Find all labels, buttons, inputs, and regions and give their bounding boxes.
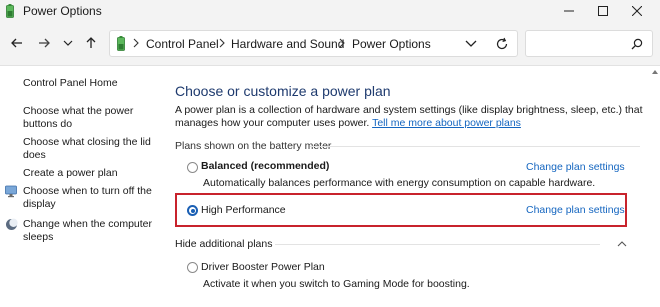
title-bar: Power Options	[0, 0, 660, 22]
sidebar-item-closing-lid[interactable]: Choose what closing the lid does	[23, 136, 155, 162]
vertical-scrollbar[interactable]	[650, 66, 660, 307]
chevron-right-icon[interactable]	[338, 38, 346, 48]
chevron-right-icon[interactable]	[218, 38, 226, 48]
radio-balanced[interactable]	[187, 162, 198, 173]
recent-locations-button[interactable]	[58, 32, 78, 54]
main-content: Choose or customize a power plan A power…	[160, 66, 660, 307]
sidebar-item-power-buttons[interactable]: Choose what the power buttons do	[23, 105, 155, 131]
sidebar-item-control-panel-home[interactable]: Control Panel Home	[23, 77, 155, 90]
search-box[interactable]	[525, 30, 653, 57]
monitor-shield-icon	[5, 185, 17, 198]
address-dropdown-icon[interactable]	[464, 38, 478, 50]
battery-icon	[6, 4, 14, 18]
plan-description-driver-booster: Activate it when you switch to Gaming Mo…	[203, 278, 470, 290]
plans-section-label: Plans shown on the battery meter	[175, 140, 332, 152]
chevron-up-icon[interactable]	[617, 240, 627, 247]
refresh-icon[interactable]	[495, 37, 509, 51]
left-navigation-pane: Control Panel Home Choose what the power…	[0, 66, 160, 307]
section-divider	[275, 244, 600, 245]
close-icon	[632, 6, 642, 16]
minimize-button[interactable]	[552, 0, 586, 22]
breadcrumb-hardware-and-sound[interactable]: Hardware and Sound	[231, 37, 344, 51]
minimize-icon	[564, 10, 574, 12]
section-divider	[310, 146, 640, 147]
back-arrow-icon	[11, 38, 22, 48]
hide-additional-plans-label[interactable]: Hide additional plans	[175, 238, 272, 250]
sidebar-item-computer-sleeps[interactable]: Change when the computer sleeps	[23, 218, 155, 244]
plan-name-balanced[interactable]: Balanced (recommended)	[201, 160, 329, 172]
breadcrumb-power-options[interactable]: Power Options	[352, 37, 431, 51]
sidebar-item-turn-off-display[interactable]: Choose when to turn off the display	[23, 185, 155, 211]
highlight-box	[175, 193, 627, 227]
search-icon[interactable]	[630, 37, 644, 51]
page-title: Choose or customize a power plan	[175, 83, 391, 99]
tell-me-more-link[interactable]: Tell me more about power plans	[372, 117, 521, 129]
forward-button[interactable]	[34, 32, 54, 54]
back-button[interactable]	[7, 32, 27, 54]
chevron-right-icon	[133, 38, 139, 48]
page-description: A power plan is a collection of hardware…	[175, 104, 645, 130]
moon-sleep-icon	[6, 218, 18, 230]
up-arrow-icon	[86, 37, 96, 48]
window-title: Power Options	[23, 4, 102, 18]
maximize-icon	[598, 6, 608, 16]
up-button[interactable]	[81, 32, 101, 54]
close-button[interactable]	[620, 0, 654, 22]
plan-name-driver-booster[interactable]: Driver Booster Power Plan	[201, 261, 325, 273]
breadcrumb-control-panel[interactable]: Control Panel	[146, 37, 219, 51]
address-bar[interactable]: Control Panel Hardware and Sound Power O…	[109, 30, 518, 57]
forward-arrow-icon	[39, 38, 50, 48]
plan-description-balanced: Automatically balances performance with …	[203, 177, 596, 189]
change-plan-settings-balanced-link[interactable]: Change plan settings	[526, 161, 625, 173]
scroll-up-arrow-icon[interactable]	[652, 70, 658, 74]
radio-driver-booster[interactable]	[187, 262, 198, 273]
battery-icon	[117, 36, 125, 51]
navigation-bar: Control Panel Hardware and Sound Power O…	[0, 22, 660, 66]
maximize-button[interactable]	[586, 0, 620, 22]
recent-dropdown-icon	[63, 40, 73, 46]
sidebar-item-create-power-plan[interactable]: Create a power plan	[23, 167, 155, 180]
